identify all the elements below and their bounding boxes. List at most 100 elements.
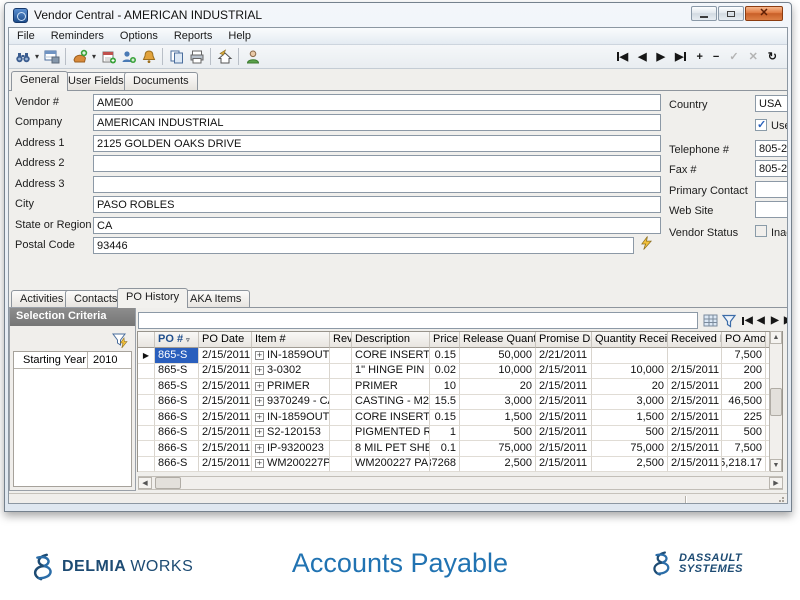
grid-cell[interactable]: +3-0302: [252, 364, 330, 380]
grid-cell[interactable]: 865-S: [155, 364, 199, 380]
grid-cell[interactable]: 3,000: [592, 395, 668, 411]
use-checkbox[interactable]: [755, 119, 767, 131]
grid-cell[interactable]: 2/15/2011: [536, 395, 592, 411]
resize-grip[interactable]: [775, 496, 784, 504]
receipt-dropdown-arrow[interactable]: ▾: [90, 52, 98, 61]
scroll-right-icon[interactable]: ▶: [769, 477, 783, 489]
expand-icon[interactable]: +: [255, 351, 264, 360]
grid-cell[interactable]: 2/15/2011: [536, 410, 592, 426]
expand-icon[interactable]: +: [255, 459, 264, 468]
nav-cancel-button[interactable]: ✕: [749, 50, 758, 63]
close-button[interactable]: ✕: [745, 6, 783, 21]
grid-cell[interactable]: 2/21/2011: [536, 348, 592, 364]
grid-cell[interactable]: 2/15/2011: [668, 410, 722, 426]
scroll-down-icon[interactable]: ▼: [770, 459, 782, 472]
criteria-value[interactable]: 2010: [88, 352, 131, 369]
state-or-region-field[interactable]: [93, 217, 661, 234]
grid-cell[interactable]: 15.5: [430, 395, 460, 411]
nav-last-button[interactable]: ▶: [675, 50, 686, 63]
grid-cell[interactable]: +WM200227P: [252, 457, 330, 473]
grid-row[interactable]: 865-S 2/15/2011 +3-0302 1" HINGE PIN0.0210,…: [138, 364, 770, 380]
vendor-field[interactable]: [93, 94, 661, 111]
grid-row[interactable]: 866-S2/15/2011+S2-120153PIGMENTED RE1500…: [138, 426, 770, 442]
expand-icon[interactable]: +: [255, 397, 264, 406]
grid-cell[interactable]: 2/15/2011: [668, 426, 722, 442]
grid-cell[interactable]: 2/15/2011: [536, 364, 592, 380]
grid-column-header[interactable]: Quantity Received: [592, 332, 668, 348]
grid-cell[interactable]: 10,000: [460, 364, 536, 380]
grid-cell[interactable]: 225: [722, 410, 766, 426]
reminders-button[interactable]: [139, 47, 158, 67]
city-field[interactable]: [93, 196, 661, 213]
grid-cell[interactable]: 0.02: [430, 364, 460, 380]
grid-cell[interactable]: +9370249 - CAS: [252, 395, 330, 411]
telephone-field[interactable]: [755, 140, 788, 157]
home-notes-button[interactable]: [215, 47, 234, 67]
grid-cell[interactable]: 10: [430, 379, 460, 395]
grid-horizontal-scrollbar[interactable]: ◀ ▶: [138, 476, 783, 490]
grid-column-header[interactable]: Item #: [252, 332, 330, 348]
grid-cell[interactable]: PRIMER: [352, 379, 430, 395]
user-button[interactable]: [243, 47, 262, 67]
address-3-field[interactable]: [93, 176, 661, 193]
print-button[interactable]: [187, 47, 206, 67]
scroll-up-icon[interactable]: ▲: [770, 331, 782, 344]
grid-column-header[interactable]: Release Quantity: [460, 332, 536, 348]
grid-cell[interactable]: 2,500: [592, 457, 668, 473]
grid-cell[interactable]: 1: [430, 426, 460, 442]
grid-cell[interactable]: [330, 426, 352, 442]
grid-search-input[interactable]: [138, 312, 698, 329]
grid-column-header[interactable]: Promise Date: [536, 332, 592, 348]
menu-help[interactable]: Help: [220, 29, 259, 43]
grid-cell[interactable]: [330, 379, 352, 395]
expand-icon[interactable]: +: [255, 428, 264, 437]
grid-cell[interactable]: 1,500: [460, 410, 536, 426]
grid-row[interactable]: 865-S2/15/2011+PRIMERPRIMER10202/15/2011…: [138, 379, 770, 395]
grid-cell[interactable]: +IN-1859OUT: [252, 348, 330, 364]
grid-cell[interactable]: 2/15/2011: [668, 457, 722, 473]
grid-cell[interactable]: 1" HINGE PIN: [352, 364, 430, 380]
inactive-checkbox[interactable]: [755, 225, 767, 237]
find-button[interactable]: [13, 47, 32, 67]
grid-cell[interactable]: 2/15/2011: [199, 410, 252, 426]
grid-cell[interactable]: 866-S: [155, 457, 199, 473]
grid-cell[interactable]: [592, 348, 668, 364]
grid-column-header[interactable]: PO #▿: [155, 332, 199, 348]
criteria-row[interactable]: Starting Year 2010: [14, 352, 131, 369]
grid-cell[interactable]: +S2-120153: [252, 426, 330, 442]
grid-cell[interactable]: 0.15: [430, 410, 460, 426]
grid-cell[interactable]: 2/15/2011: [199, 457, 252, 473]
grid-cell[interactable]: 0.1: [430, 441, 460, 457]
menu-file[interactable]: File: [9, 29, 43, 43]
grid-cell[interactable]: 500: [592, 426, 668, 442]
grid-column-header[interactable]: Description: [352, 332, 430, 348]
grid-cell[interactable]: 75,000: [460, 441, 536, 457]
grid-cell[interactable]: [330, 410, 352, 426]
nav-delete-button[interactable]: −: [713, 51, 719, 63]
tab-general[interactable]: General: [11, 71, 68, 91]
horizontal-scroll-thumb[interactable]: [155, 477, 181, 489]
grid-cell[interactable]: 2/15/2011: [668, 364, 722, 380]
receipt-add-button[interactable]: [70, 47, 89, 67]
grid-cell[interactable]: [330, 395, 352, 411]
grid-cell[interactable]: CASTING - M274: [352, 395, 430, 411]
fax-field[interactable]: [755, 160, 788, 177]
grid-cell[interactable]: 2/15/2011: [199, 348, 252, 364]
website-field[interactable]: [755, 201, 788, 218]
grid-cell[interactable]: 2/15/2011: [536, 379, 592, 395]
contact-add-button[interactable]: [119, 47, 138, 67]
grid-cell[interactable]: +IN-1859OUT: [252, 410, 330, 426]
expand-icon[interactable]: +: [255, 366, 264, 375]
export-grid-button[interactable]: [42, 47, 61, 67]
scroll-left-icon[interactable]: ◀: [138, 477, 152, 489]
expand-icon[interactable]: +: [255, 444, 264, 453]
menu-options[interactable]: Options: [112, 29, 166, 43]
grid-cell[interactable]: 866-S: [155, 410, 199, 426]
grid-cell[interactable]: 2/15/2011: [536, 457, 592, 473]
postal-lookup-bolt-icon[interactable]: [639, 235, 654, 251]
company-field[interactable]: [93, 114, 661, 131]
grid-cell[interactable]: 20: [460, 379, 536, 395]
grid-cell[interactable]: 2/15/2011: [199, 441, 252, 457]
grid-row[interactable]: 866-S2/15/2011+9370249 - CASCASTING - M2…: [138, 395, 770, 411]
grid-cell[interactable]: 20: [592, 379, 668, 395]
